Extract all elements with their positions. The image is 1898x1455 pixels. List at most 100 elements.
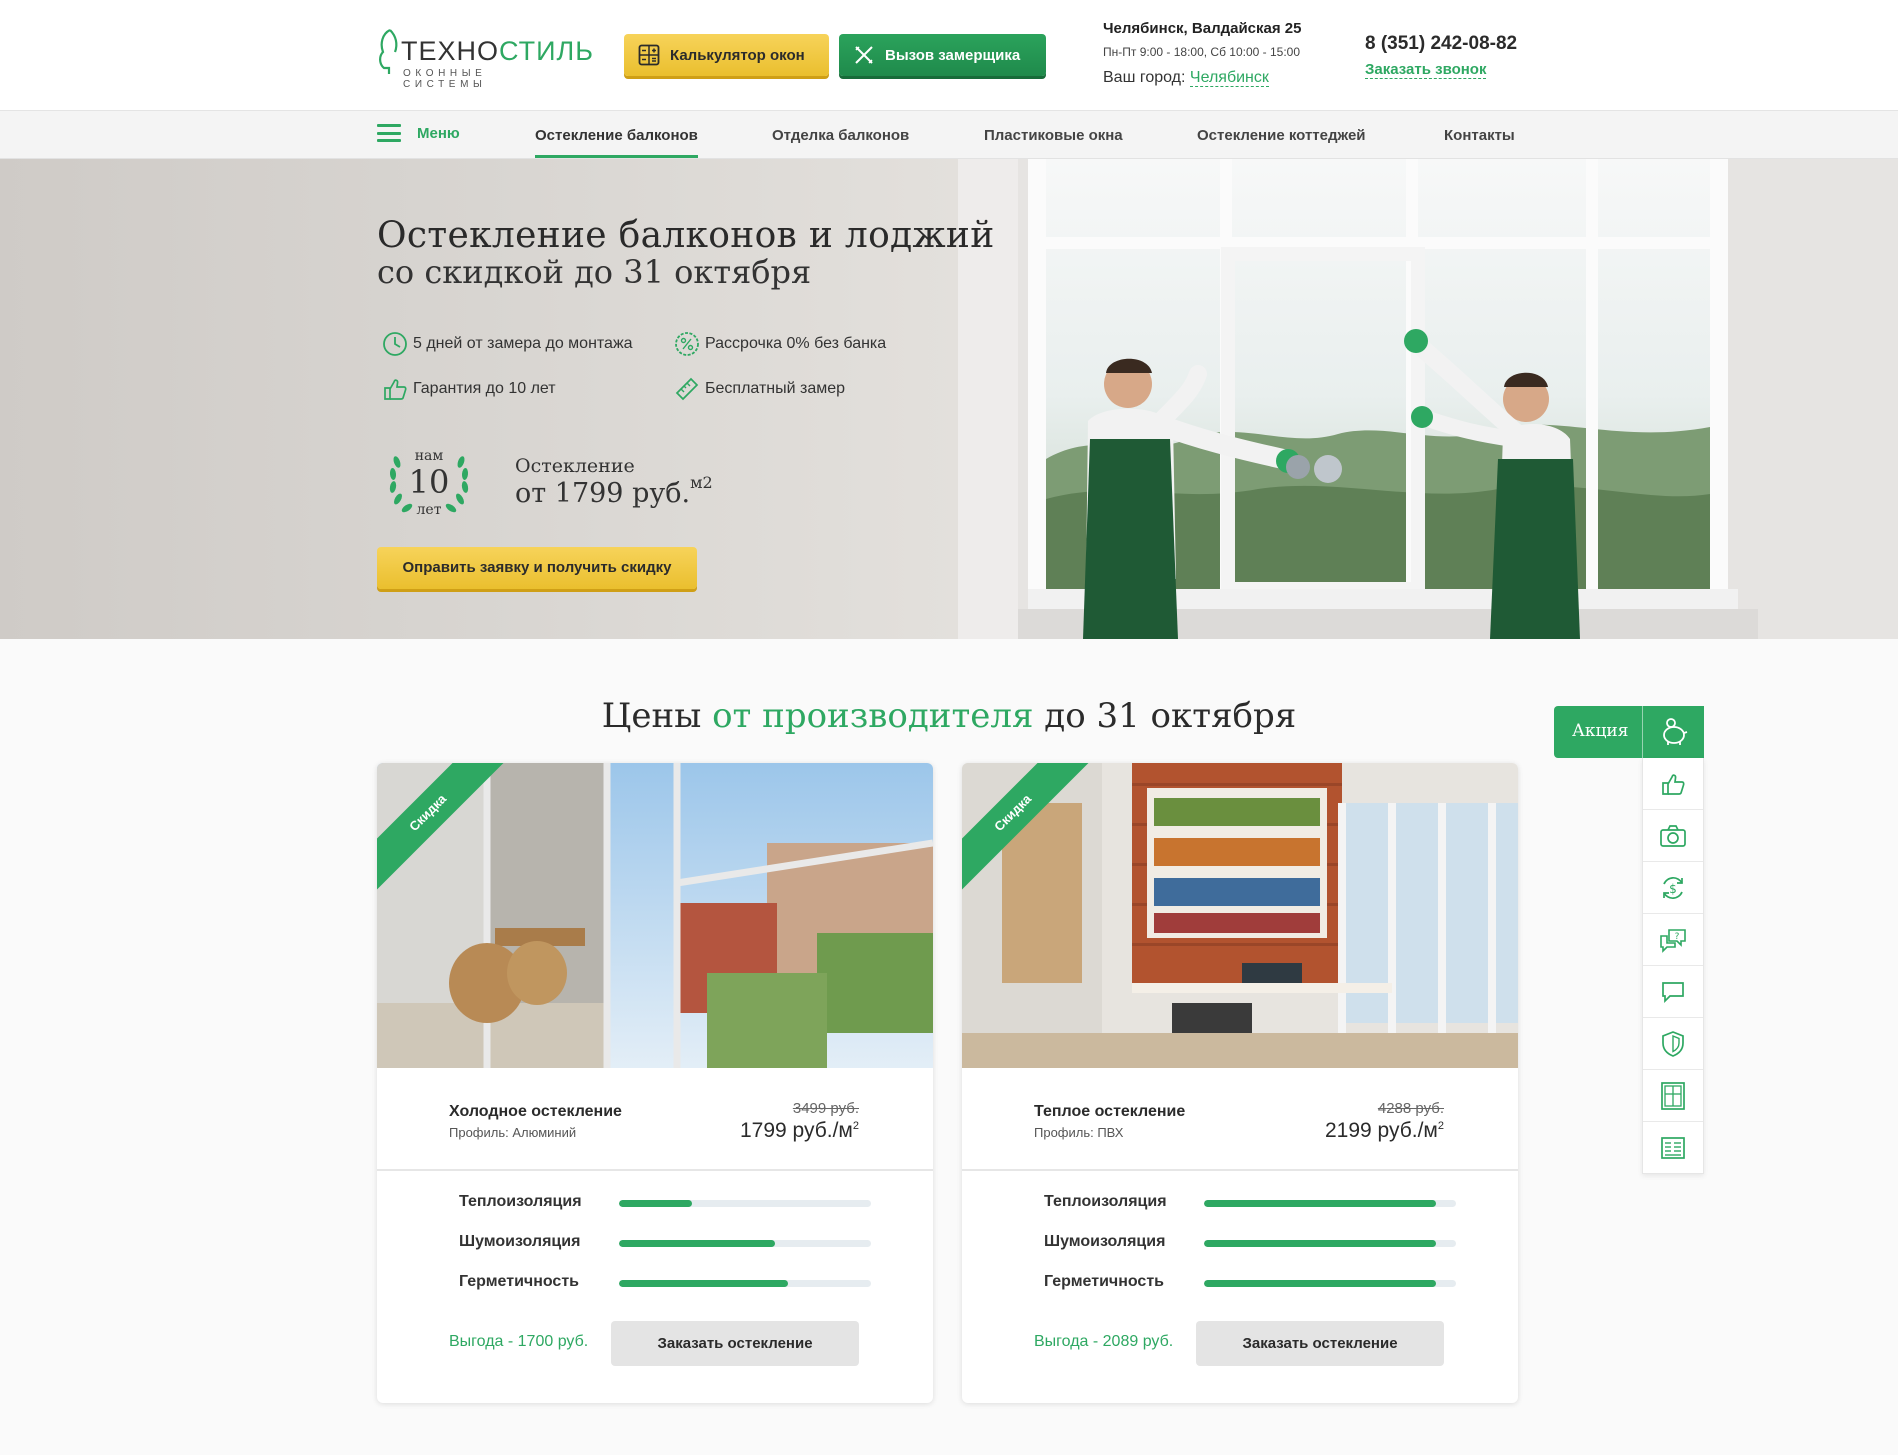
card-profile: Профиль: Алюминий (449, 1125, 577, 1140)
years-bottom-text: лет (416, 502, 442, 518)
piggy-bank-icon (1642, 706, 1704, 758)
rating-track (619, 1240, 871, 1247)
rating-track (1204, 1240, 1456, 1247)
nav-item-balcony-glazing[interactable]: Остекление балконов (535, 127, 698, 144)
window-icon (1661, 1081, 1685, 1110)
rating-thermal: Теплоизоляция (1044, 1193, 1464, 1213)
ruler-pencil-icon (853, 44, 875, 66)
phone-block: 8 (351) 242-08-82 Заказать звонок (1365, 33, 1517, 79)
site-header: ТЕХНОСТИЛЬ ОКОННЫЕ СИСТЕМЫ Калькулятор о… (0, 0, 1898, 111)
feature-install-time: 5 дней от замера до монтажа (382, 331, 633, 357)
money-refresh-icon: $ (1663, 876, 1683, 899)
side-articles-button[interactable] (1643, 1122, 1703, 1174)
rating-fill (619, 1200, 693, 1207)
feature-text: Гарантия до 10 лет (413, 380, 556, 397)
price-unit: м2 (690, 473, 713, 492)
rating-thermal: Теплоизоляция (459, 1193, 879, 1213)
nav-item-contacts[interactable]: Контакты (1444, 127, 1515, 144)
rating-label: Теплоизоляция (1044, 1193, 1167, 1210)
card-divider (962, 1169, 1518, 1171)
feature-free-measure: Бесплатный замер (674, 376, 845, 402)
rating-label: Шумоизоляция (1044, 1233, 1166, 1250)
side-installment-button[interactable]: $ (1643, 862, 1703, 914)
address: Челябинск, Валдайская 25 (1103, 20, 1302, 37)
chat-icon (1662, 981, 1684, 1003)
rating-fill (619, 1280, 788, 1287)
nav-item-balcony-finishing[interactable]: Отделка балконов (772, 127, 909, 144)
price-card-warm: Скидка Теплое остекление Профиль: ПВХ 42… (962, 763, 1518, 1403)
rating-label: Теплоизоляция (459, 1193, 582, 1210)
order-discount-button[interactable]: Оправить заявку и получить скидку (377, 547, 697, 589)
nav-active-underline (535, 155, 698, 158)
calculator-icon (638, 44, 660, 66)
city-label: Ваш город: (1103, 69, 1186, 86)
working-hours: Пн-Пт 9:00 - 18:00, Сб 10:00 - 15:00 (1103, 45, 1301, 59)
feature-text: Рассрочка 0% без банка (705, 335, 887, 352)
rating-track (1204, 1280, 1456, 1287)
side-faq-button[interactable]: ? (1643, 914, 1703, 966)
card-benefit: Выгода - 2089 руб. (1034, 1333, 1174, 1350)
rating-fill (1204, 1200, 1436, 1207)
rating-sealing: Герметичность (1044, 1273, 1464, 1293)
rating-noise: Шумоизоляция (459, 1233, 879, 1253)
rating-track (1204, 1200, 1456, 1207)
menu-button[interactable]: Меню (377, 124, 460, 142)
side-windows-button[interactable] (1643, 1070, 1703, 1122)
card-old-price: 3499 руб. (792, 1100, 859, 1117)
measure-call-button[interactable]: Вызов замерщика (839, 34, 1046, 76)
nav-item-cottage-glazing[interactable]: Остекление коттеджей (1197, 127, 1366, 144)
city-link[interactable]: Челябинск (1189, 69, 1269, 87)
years-badge: нам 10 лет (383, 444, 475, 524)
ruler-icon (674, 376, 700, 402)
rating-label: Шумоизоляция (459, 1233, 581, 1250)
calculator-label: Калькулятор окон (670, 46, 805, 64)
callback-link[interactable]: Заказать звонок (1365, 61, 1487, 79)
promo-tab[interactable]: Акция (1554, 706, 1704, 758)
rating-noise: Шумоизоляция (1044, 1233, 1464, 1253)
card-new-price: 2199 руб./м2 (1325, 1119, 1444, 1142)
thumbs-up-icon (1662, 773, 1685, 795)
rating-track (619, 1200, 871, 1207)
order-glazing-button[interactable]: Заказать остекление (1196, 1321, 1444, 1366)
hero-subtitle: со скидкой до 31 октября (377, 253, 812, 291)
side-warranty-button[interactable] (1643, 1018, 1703, 1070)
rating-label: Герметичность (1044, 1273, 1164, 1290)
years-number: 10 (408, 463, 450, 501)
main-nav: Меню Остекление балконов Отделка балконо… (0, 111, 1898, 159)
thumbs-up-icon (382, 376, 408, 402)
order-glazing-button[interactable]: Заказать остекление (611, 1321, 859, 1366)
side-chat-button[interactable] (1643, 966, 1703, 1018)
years-top-text: нам (414, 448, 444, 464)
list-doc-icon (1661, 1137, 1685, 1159)
hero-title: Остекление балконов и лоджий (377, 215, 995, 256)
logo-tagline: ОКОННЫЕ СИСТЕМЫ (403, 68, 487, 90)
card-profile: Профиль: ПВХ (1034, 1125, 1124, 1140)
card-benefit: Выгода - 1700 руб. (449, 1333, 589, 1350)
svg-text:?: ? (1675, 932, 1680, 942)
rating-fill (619, 1240, 776, 1247)
calculator-button[interactable]: Калькулятор окон (624, 34, 829, 76)
logo[interactable]: ТЕХНОСТИЛЬ ОКОННЫЕ СИСТЕМЫ (377, 26, 593, 90)
feature-text: Бесплатный замер (705, 380, 846, 397)
hero-price-value: от 1799 руб.м2 (515, 473, 713, 509)
card-title: Теплое остекление (1034, 1103, 1186, 1120)
phone-number[interactable]: 8 (351) 242-08-82 (1365, 33, 1517, 55)
rating-label: Герметичность (459, 1273, 579, 1290)
feature-warranty: Гарантия до 10 лет (382, 376, 556, 402)
side-reviews-button[interactable] (1643, 758, 1703, 810)
percent-icon (674, 331, 700, 357)
card-title: Холодное остекление (449, 1103, 622, 1120)
promo-label: Акция (1572, 721, 1629, 741)
hero-banner: Остекление балконов и лоджий со скидкой … (0, 159, 1898, 639)
hero-price-label: Остекление (515, 455, 635, 477)
rating-sealing: Герметичность (459, 1273, 879, 1293)
question-chat-icon: ? (1660, 928, 1686, 953)
tree-logo-icon (379, 29, 398, 74)
nav-item-plastic-windows[interactable]: Пластиковые окна (984, 127, 1123, 144)
price-card-cold: Скидка Холодное остекление Профиль: Алюм… (377, 763, 933, 1403)
rating-fill (1204, 1280, 1436, 1287)
warm-balcony-photo (962, 763, 1518, 1068)
card-divider (377, 1169, 933, 1171)
side-photos-button[interactable] (1643, 810, 1703, 862)
svg-text:$: $ (1669, 882, 1677, 896)
